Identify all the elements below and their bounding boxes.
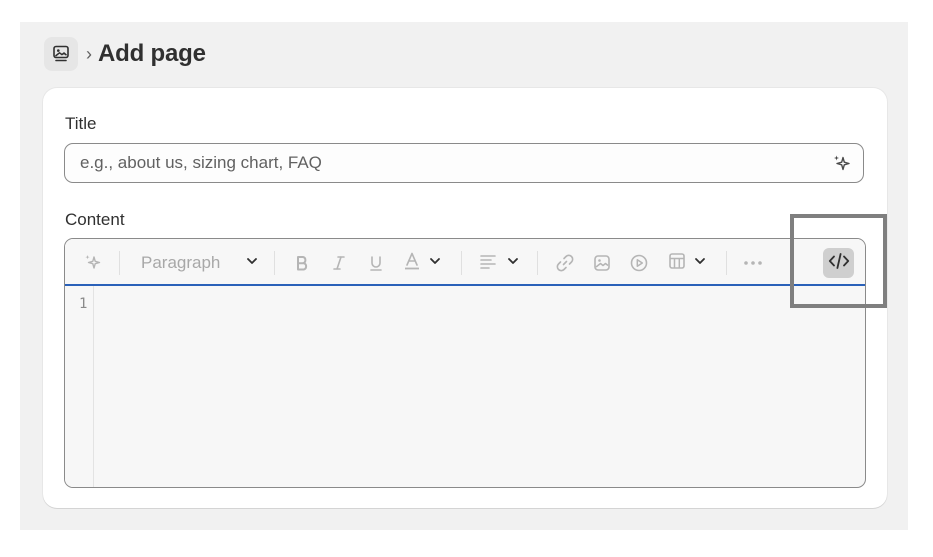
image-icon[interactable] (591, 251, 613, 275)
video-icon[interactable] (628, 251, 650, 275)
toolbar-divider (461, 251, 462, 275)
more-icon[interactable] (741, 251, 765, 275)
title-label: Title (65, 114, 97, 133)
text-color-button[interactable] (402, 251, 442, 275)
underline-icon[interactable] (365, 251, 387, 275)
toolbar-divider (274, 251, 275, 275)
breadcrumb-separator: › (86, 44, 92, 64)
content-editor[interactable]: Paragraph 1 (64, 238, 866, 488)
toolbar-divider (726, 251, 727, 275)
page-form-card: Title Content Paragraph (43, 88, 887, 508)
content-label: Content (65, 210, 125, 229)
chevron-down-icon (693, 254, 707, 273)
pages-icon[interactable] (44, 37, 78, 71)
table-button[interactable] (667, 251, 707, 275)
title-field[interactable] (64, 143, 864, 183)
page-header: › Add page (44, 37, 206, 71)
sparkle-icon[interactable] (81, 251, 105, 275)
align-icon (478, 251, 498, 276)
line-number: 1 (79, 296, 88, 312)
format-select-label: Paragraph (141, 253, 221, 272)
align-button[interactable] (478, 251, 520, 275)
chevron-down-icon (506, 254, 520, 273)
page-title: Add page (98, 40, 206, 67)
sparkle-icon[interactable] (831, 153, 853, 175)
table-icon (667, 251, 687, 276)
editor-toolbar: Paragraph (65, 239, 865, 286)
chevron-down-icon (245, 254, 259, 273)
link-icon[interactable] (554, 251, 576, 275)
format-select[interactable]: Paragraph (141, 251, 259, 275)
line-number-gutter (65, 286, 94, 487)
text-color-icon (402, 251, 422, 276)
highlight-box (790, 214, 887, 308)
toolbar-divider (119, 251, 120, 275)
bold-icon[interactable] (291, 251, 313, 275)
toolbar-divider (537, 251, 538, 275)
italic-icon[interactable] (328, 251, 350, 275)
chevron-down-icon (428, 254, 442, 273)
title-input[interactable] (65, 144, 863, 182)
